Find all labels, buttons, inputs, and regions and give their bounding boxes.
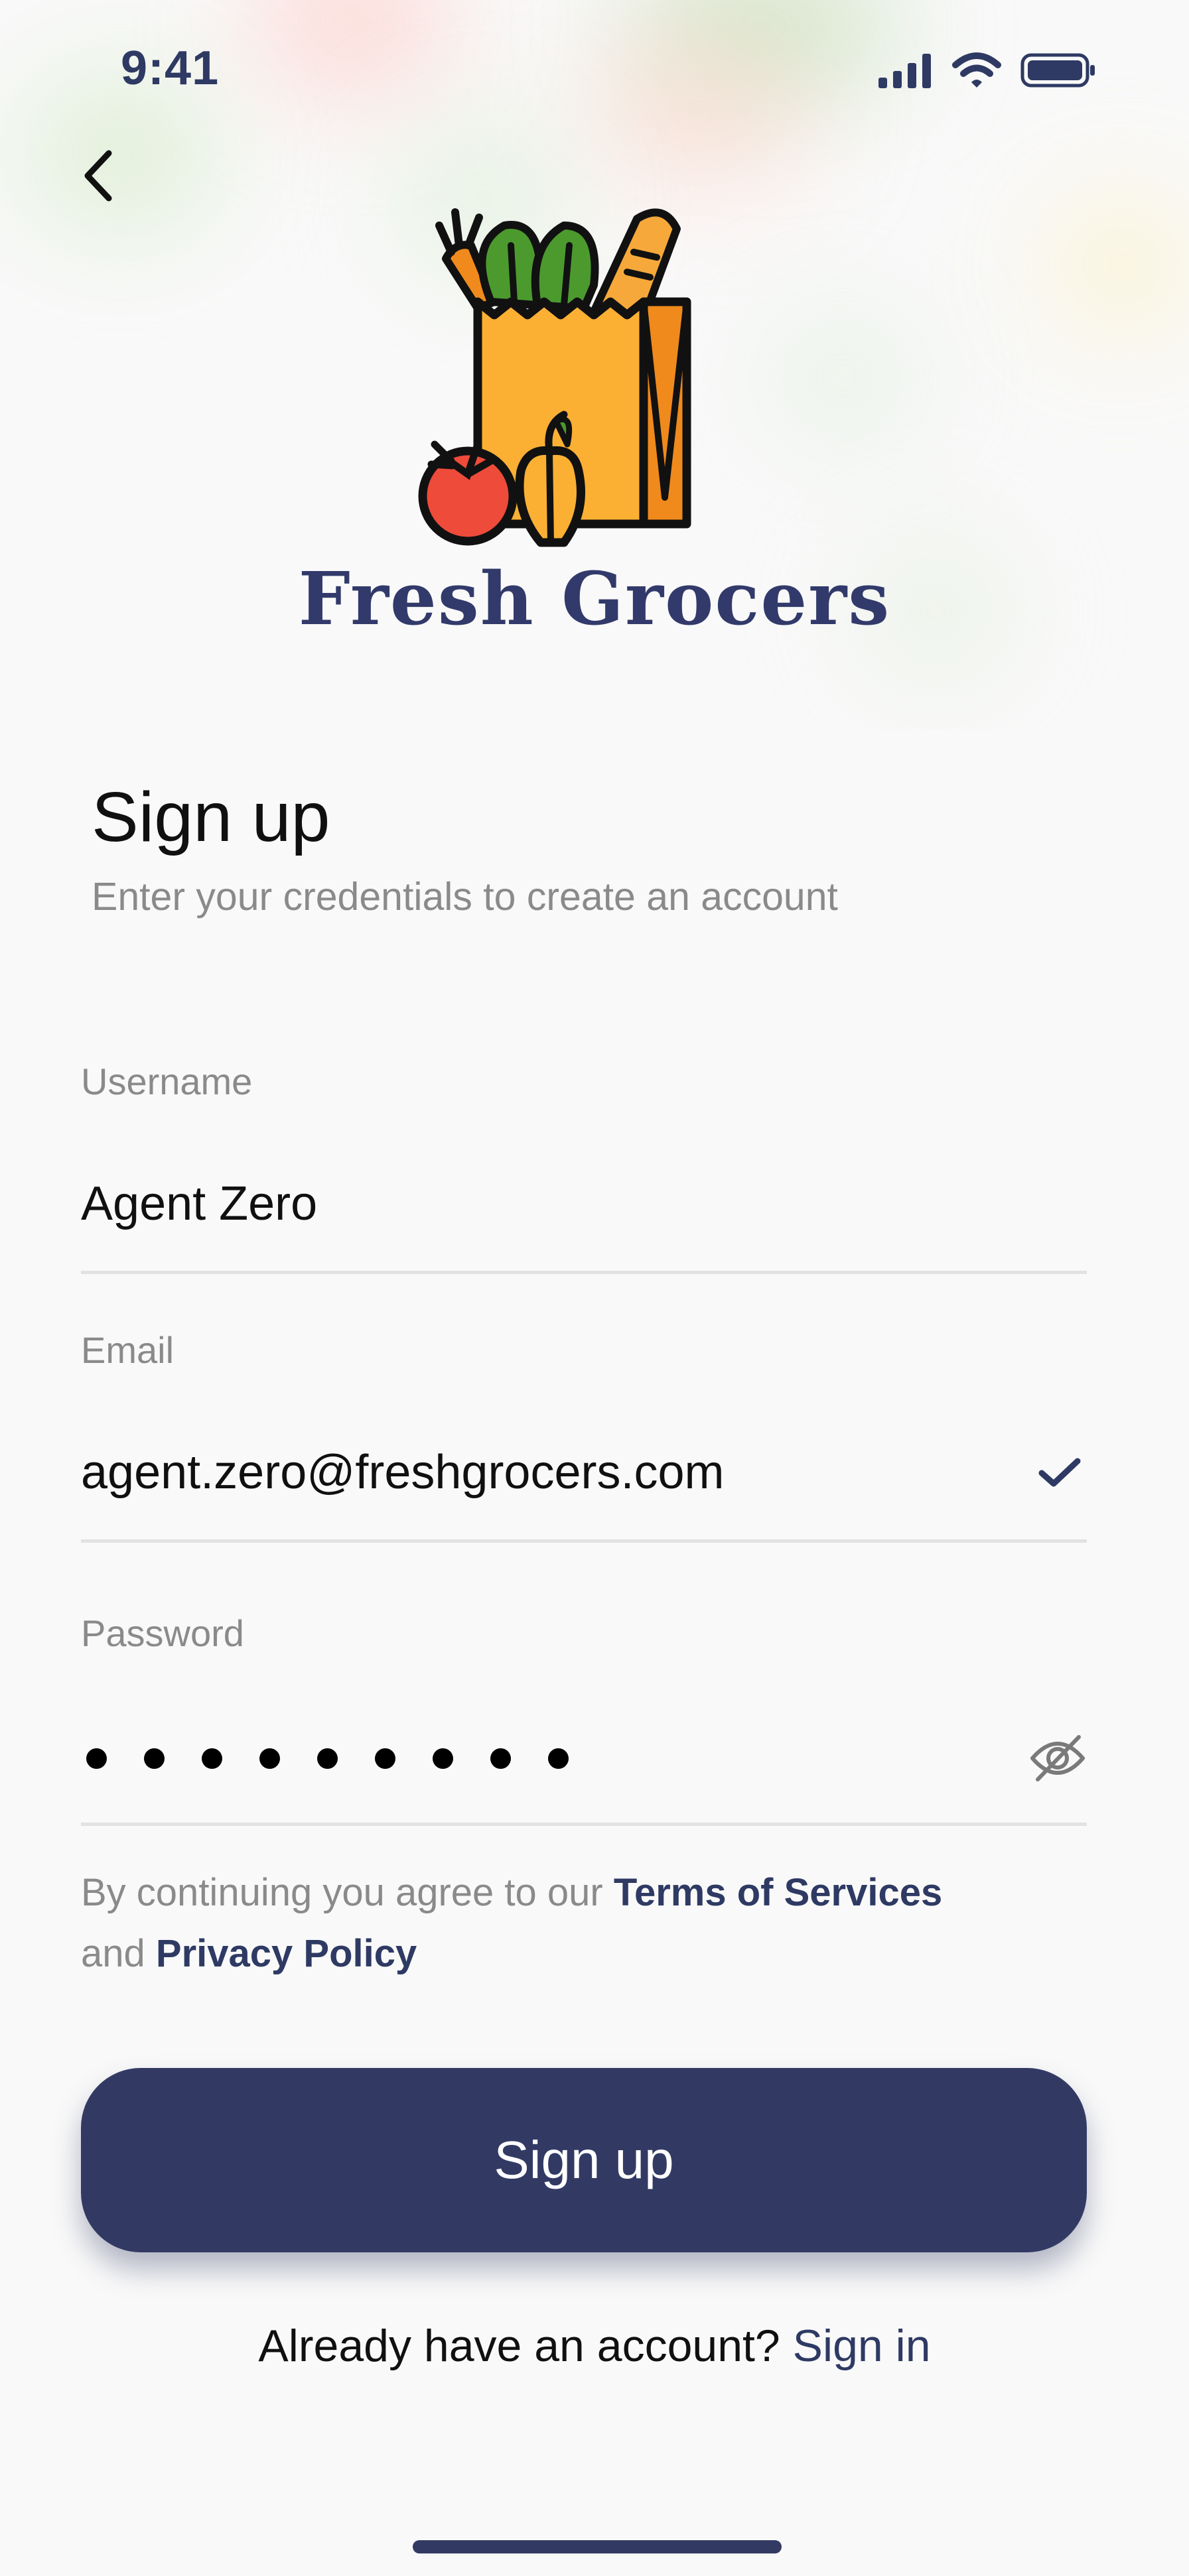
wifi-icon xyxy=(952,52,1001,88)
terms-text: By continuing you agree to our Terms of … xyxy=(81,1862,1103,1984)
status-bar: 9:41 xyxy=(0,0,1189,146)
password-dot xyxy=(143,1748,165,1769)
password-underline xyxy=(81,1823,1087,1826)
password-dot xyxy=(86,1748,107,1769)
grocery-bag-logo xyxy=(418,208,691,547)
back-button[interactable] xyxy=(74,146,122,206)
signin-link[interactable]: Sign in xyxy=(793,2321,931,2371)
password-masked-value xyxy=(81,1743,574,1774)
password-dot xyxy=(490,1748,512,1769)
email-label: Email xyxy=(81,1329,175,1371)
signup-button-label: Sign up xyxy=(494,2130,674,2189)
back-chevron-icon xyxy=(84,150,112,202)
signup-button[interactable]: Sign up xyxy=(81,2068,1087,2252)
password-dot xyxy=(374,1748,396,1769)
signin-prompt-text: Already have an account? xyxy=(258,2321,793,2371)
privacy-policy-link[interactable]: Privacy Policy xyxy=(156,1932,417,1975)
signin-prompt: Already have an account? Sign in xyxy=(0,2320,1189,2372)
status-icons xyxy=(878,52,1096,89)
password-dot xyxy=(432,1748,454,1769)
battery-icon xyxy=(1020,53,1095,88)
page-subtitle: Enter your credentials to create an acco… xyxy=(92,875,838,919)
signal-icon xyxy=(878,54,931,88)
password-dot xyxy=(201,1748,223,1769)
username-input[interactable]: Agent Zero xyxy=(81,1154,1087,1254)
eye-off-icon[interactable] xyxy=(1028,1733,1087,1783)
email-underline xyxy=(81,1539,1087,1543)
username-label: Username xyxy=(81,1061,253,1102)
username-underline xyxy=(81,1271,1087,1274)
check-icon xyxy=(1038,1458,1081,1487)
password-input[interactable] xyxy=(81,1708,1087,1808)
email-value: agent.zero@freshgrocers.com xyxy=(81,1446,725,1499)
username-value: Agent Zero xyxy=(81,1177,318,1230)
home-indicator xyxy=(413,2540,782,2553)
password-dot xyxy=(547,1748,569,1769)
email-field[interactable]: Email agent.zero@freshgrocers.com xyxy=(81,1328,1087,1547)
page-title: Sign up xyxy=(92,778,330,856)
password-label: Password xyxy=(81,1612,244,1654)
password-field[interactable]: Password xyxy=(81,1612,1087,1831)
password-dot xyxy=(316,1748,338,1769)
password-dot xyxy=(259,1748,281,1769)
email-input[interactable]: agent.zero@freshgrocers.com xyxy=(81,1423,1087,1522)
terms-middle: and xyxy=(81,1932,156,1975)
username-field[interactable]: Username Agent Zero xyxy=(81,1060,1087,1279)
terms-prefix: By continuing you agree to our xyxy=(81,1871,614,1914)
brand-name: Fresh Grocers xyxy=(298,556,891,641)
status-time: 9:41 xyxy=(121,42,220,95)
terms-of-service-link[interactable]: Terms of Services xyxy=(614,1871,942,1914)
